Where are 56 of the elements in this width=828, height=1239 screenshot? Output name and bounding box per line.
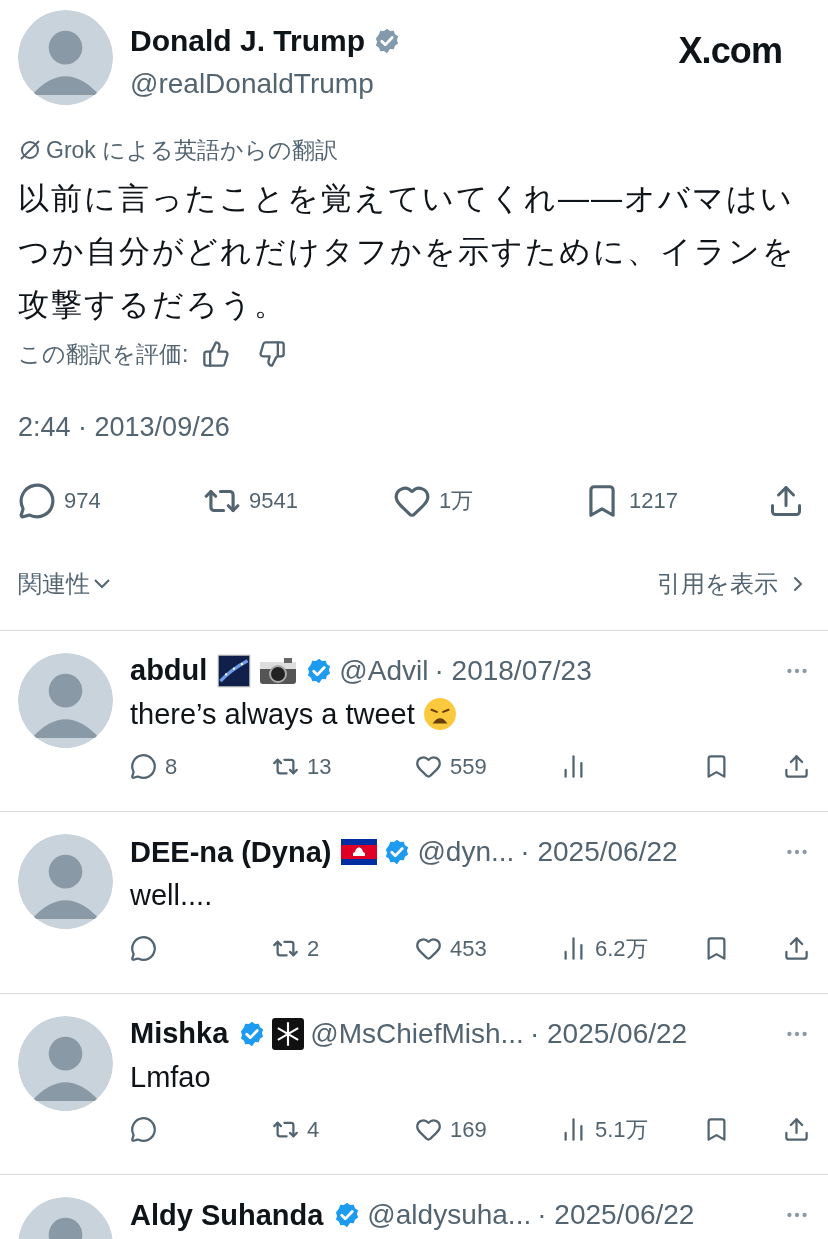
reply-author-name[interactable]: DEE-na (Dyna): [130, 837, 332, 867]
reply-icon[interactable]: [130, 753, 157, 780]
count: 13: [307, 753, 332, 781]
count: 453: [450, 934, 487, 963]
reply-text: Lmfao: [130, 1059, 211, 1095]
reply-author-name[interactable]: Mishka: [130, 1019, 229, 1048]
author-handle[interactable]: @realDonaldTrump: [130, 63, 402, 105]
timestamp[interactable]: 2:44 · 2013/09/26: [18, 407, 810, 448]
reply-handle[interactable]: @Advil: [339, 656, 429, 685]
flag-icon: [341, 839, 378, 865]
chevron-down-icon: [94, 578, 110, 589]
reply-handle[interactable]: @dyn...: [417, 838, 515, 866]
snowflake-icon: [272, 1017, 305, 1050]
like-icon[interactable]: [415, 1116, 442, 1143]
reply-icon[interactable]: [18, 481, 56, 520]
count: 559: [450, 753, 487, 781]
like-icon[interactable]: [415, 753, 442, 780]
reply-author-name[interactable]: Aldy Suhanda: [130, 1200, 324, 1230]
reply-handle[interactable]: @MsChiefMish...: [310, 1019, 524, 1048]
site-logo: X.com: [678, 29, 782, 73]
post-text: 以前に言ったことを覚えていてくれ——オバマはいつか自分がどれだけタフかを示すために、イランを攻撃するだろう。: [18, 179, 797, 324]
share-icon[interactable]: [783, 753, 810, 780]
thumbs-down-icon[interactable]: [258, 339, 287, 368]
count: 6.2万: [595, 934, 648, 963]
reply-author-name[interactable]: abdul: [130, 656, 208, 685]
thumbs-up-icon[interactable]: [202, 339, 231, 368]
reply-text: well....: [130, 878, 213, 913]
reply-date: · 2018/07/23: [434, 656, 592, 685]
quotes-link[interactable]: 引用を表示: [657, 565, 810, 602]
share-icon[interactable]: [783, 934, 810, 962]
reply-date: · 2025/06/22: [520, 838, 678, 866]
count: 8: [165, 753, 178, 781]
reply-date: · 2025/06/22: [529, 1019, 688, 1048]
rate-label: この翻訳を評価:: [18, 339, 189, 369]
reply-handle[interactable]: @aldysuha...: [367, 1201, 532, 1229]
reply-icon[interactable]: [130, 934, 157, 962]
author-name[interactable]: Donald J. Trump: [130, 18, 366, 63]
count: 974: [64, 487, 101, 515]
count: 9541: [249, 487, 298, 515]
reply-date: · 2025/06/22: [537, 1201, 695, 1229]
avatar[interactable]: [18, 652, 113, 748]
sort-dropdown[interactable]: 関連性: [18, 565, 110, 602]
reply-icon[interactable]: [130, 1116, 157, 1143]
count: 1万: [439, 487, 474, 515]
count: 5.1万: [595, 1116, 648, 1144]
share-icon[interactable]: [783, 1116, 810, 1143]
reply-text: there’s always a tweet: [130, 696, 415, 732]
count: 1217: [629, 487, 678, 515]
avatar[interactable]: [18, 10, 113, 105]
count: 2: [307, 934, 320, 963]
translation-label: Grok による英語からの翻訳: [46, 136, 339, 165]
count: 4: [307, 1116, 320, 1144]
avatar[interactable]: [18, 1015, 113, 1111]
count: 169: [450, 1116, 487, 1144]
avatar[interactable]: [18, 834, 113, 929]
galaxy-icon: [217, 653, 252, 688]
